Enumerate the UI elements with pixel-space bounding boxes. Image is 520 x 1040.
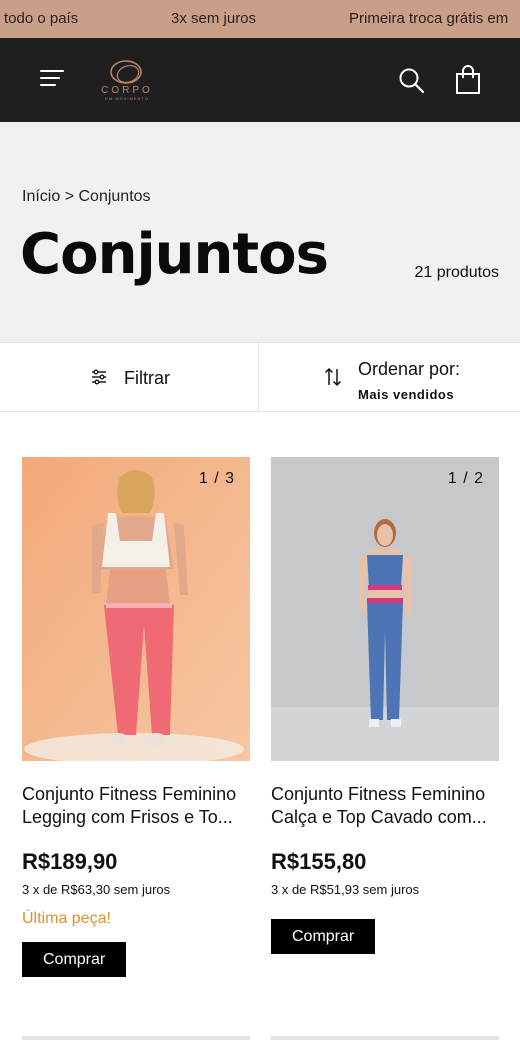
- next-product-image: [22, 1036, 250, 1040]
- filter-label: Filtrar: [124, 368, 170, 388]
- breadcrumb: Início > Conjuntos: [22, 188, 151, 206]
- announcement-item: 3x sem juros: [171, 10, 257, 27]
- buy-button[interactable]: Comprar: [22, 942, 127, 977]
- logo-text: CORPO: [101, 85, 153, 96]
- filter-bar: Filtrar Ordenar por: Mais vendidos: [0, 342, 520, 412]
- product-installments: 3 x de R$51,93 sem juros: [271, 882, 420, 897]
- announcement-item: Primeira troca grátis em: [349, 10, 509, 27]
- page-title: Conjuntos: [20, 222, 329, 287]
- image-counter: 1 / 3: [198, 470, 235, 487]
- breadcrumb-home-link[interactable]: Início: [22, 188, 60, 205]
- product-image[interactable]: 1 / 3: [22, 457, 250, 761]
- product-price: R$189,90: [22, 849, 118, 874]
- logo-subtext: EM MOVIMENTO: [105, 96, 149, 101]
- product-price: R$155,80: [271, 849, 367, 874]
- announcement-bar: todo o país 3x sem juros Primeira troca …: [0, 0, 520, 38]
- product-installments: 3 x de R$63,30 sem juros: [22, 882, 171, 897]
- announcement-item: todo o país: [4, 10, 79, 27]
- breadcrumb-current: Conjuntos: [78, 188, 151, 205]
- stock-note: Última peça!: [22, 910, 111, 927]
- brand-logo[interactable]: CORPO EM MOVIMENTO: [92, 58, 162, 104]
- sliders-icon: [92, 369, 106, 385]
- product-image[interactable]: 1 / 2: [271, 457, 499, 761]
- product-card: 1 / 2 Conjunto Fitness Feminino Calça e …: [271, 457, 499, 954]
- product-card: 1 / 3 Conjunto Fitness Feminino Legging …: [22, 457, 250, 977]
- sort-arrows-icon: [324, 367, 342, 387]
- search-icon[interactable]: [398, 67, 426, 95]
- product-count: 21 produtos: [414, 264, 499, 281]
- site-header: CORPO EM MOVIMENTO: [0, 38, 520, 122]
- sort-value: Mais vendidos: [358, 387, 455, 402]
- buy-button[interactable]: Comprar: [271, 919, 376, 954]
- sort-label: Ordenar por:: [358, 359, 461, 379]
- menu-icon[interactable]: [40, 68, 64, 88]
- product-name[interactable]: Conjunto Fitness Feminino Calça e Top Ca…: [271, 783, 499, 829]
- breadcrumb-separator: >: [64, 188, 75, 205]
- product-name[interactable]: Conjunto Fitness Feminino Legging com Fr…: [22, 783, 250, 829]
- shopping-bag-icon[interactable]: [454, 65, 482, 95]
- image-counter: 1 / 2: [447, 470, 484, 487]
- filter-button[interactable]: Filtrar: [0, 343, 259, 412]
- next-product-image: [271, 1036, 499, 1040]
- sort-button[interactable]: Ordenar por: Mais vendidos: [260, 343, 520, 412]
- collection-header: Início > Conjuntos Conjuntos 21 produtos: [0, 122, 520, 342]
